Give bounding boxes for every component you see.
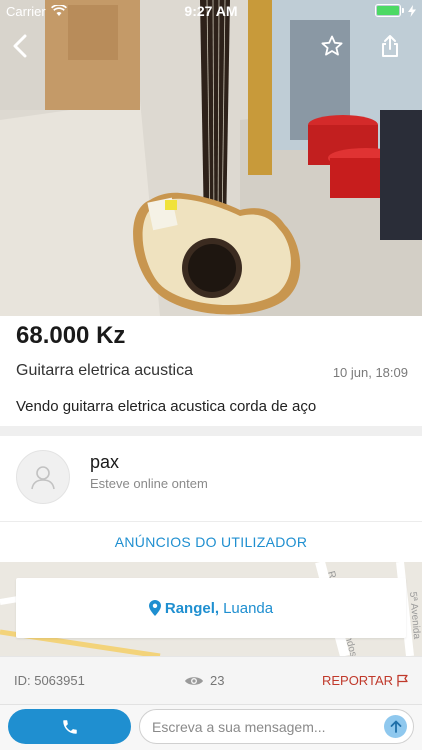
listing-photo[interactable] (0, 0, 422, 316)
share-icon (382, 35, 398, 57)
view-count-value: 23 (210, 673, 225, 688)
listing-date: 10 jun, 18:09 (332, 365, 408, 380)
eye-icon (185, 676, 203, 685)
arrow-up-icon (390, 720, 401, 733)
listing-info-bar: ID: 5063951 23 REPORTAR (0, 656, 422, 704)
map-pin-icon (148, 600, 161, 616)
share-button[interactable] (372, 28, 408, 64)
back-button[interactable] (2, 28, 38, 64)
carrier-label: Carrier (6, 3, 46, 19)
avatar (16, 450, 70, 504)
location-area: Rangel, (164, 599, 220, 617)
seller-status: Esteve online ontem (90, 476, 208, 491)
message-bar (0, 704, 422, 750)
favorite-button[interactable] (314, 28, 350, 64)
location-card[interactable]: Rangel, Luanda (16, 578, 406, 638)
guitar-photo-illustration (0, 0, 422, 316)
wifi-icon (50, 5, 67, 16)
charging-icon (408, 4, 416, 17)
listing-id: ID: 5063951 (14, 673, 85, 688)
call-button[interactable] (8, 709, 131, 744)
listing-title: Guitarra eletrica acustica (16, 362, 193, 379)
location-city: Luanda (223, 599, 274, 617)
section-divider (0, 426, 422, 436)
location-map[interactable]: Rua dos Comandos 5ª Avenida Rangel, Luan… (0, 562, 422, 656)
flag-icon (397, 674, 408, 687)
listing-price: 68.000 Kz (16, 322, 126, 349)
report-button[interactable]: REPORTAR (322, 673, 408, 688)
user-icon (31, 466, 55, 490)
status-bar: Carrier 9:27 AM (0, 0, 422, 22)
message-input[interactable] (139, 709, 414, 744)
clock: 9:27 AM (184, 3, 238, 19)
battery-icon (375, 4, 404, 17)
report-label: REPORTAR (321, 673, 393, 688)
chevron-left-icon (13, 34, 27, 58)
user-ads-link[interactable]: ANÚNCIOS DO UTILIZADOR (0, 521, 422, 562)
send-button[interactable] (384, 715, 407, 738)
star-icon (321, 35, 343, 56)
view-count: 23 (184, 673, 224, 688)
listing-description: Vendo guitarra eletrica acustica corda d… (16, 398, 317, 415)
seller-card[interactable]: pax Esteve online ontem (0, 436, 422, 520)
phone-icon (62, 719, 77, 734)
seller-name: pax (90, 452, 120, 472)
